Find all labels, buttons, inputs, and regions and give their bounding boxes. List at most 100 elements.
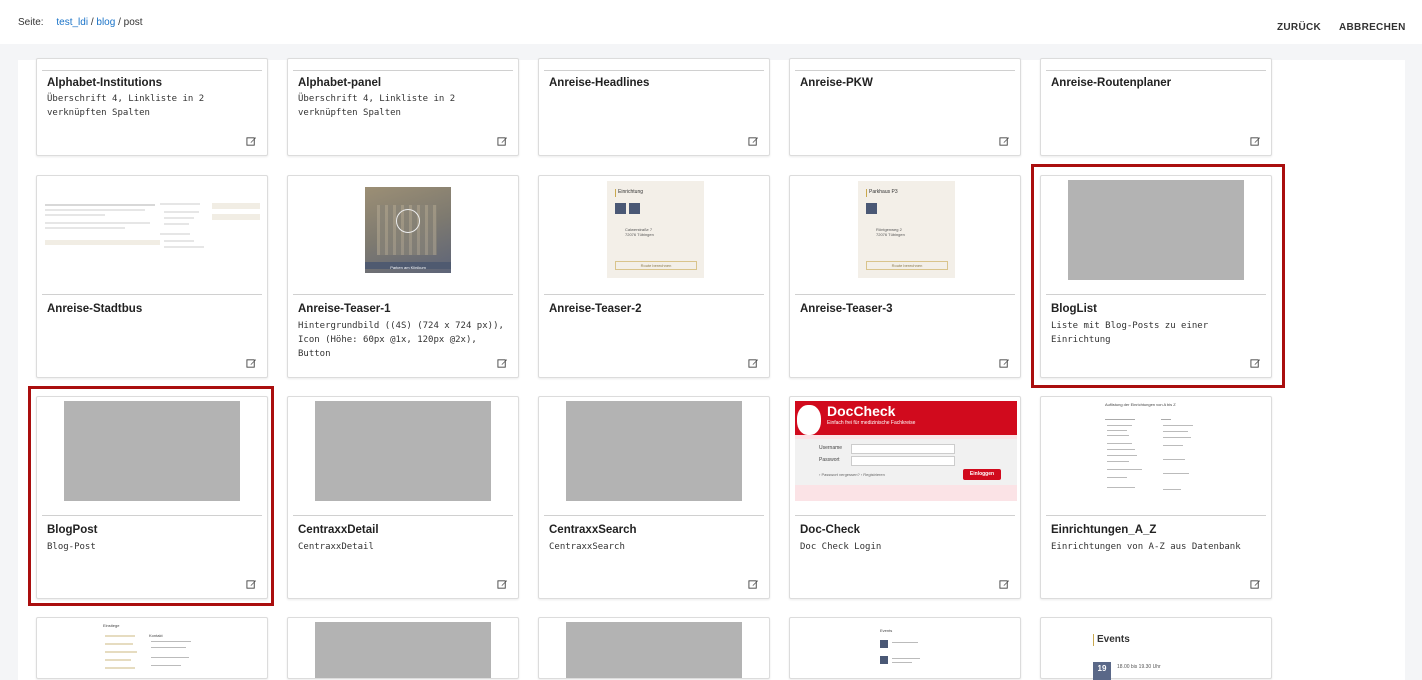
card-divider: [795, 70, 1015, 71]
card-thumbnail: Einstiege Kontakt: [97, 621, 207, 676]
edit-icon[interactable]: [1250, 579, 1261, 590]
card-title: CentraxxDetail: [298, 524, 379, 536]
edit-icon[interactable]: [497, 136, 508, 147]
selection-highlight-blogpost: [28, 386, 274, 606]
template-card-row4-4[interactable]: Events: [789, 617, 1021, 679]
template-card-anreise-stadtbus[interactable]: Anreise-Stadtbus: [36, 175, 268, 378]
template-card-anreise-teaser-1[interactable]: Parken am Klinikum Anreise-Teaser-1 Hint…: [287, 175, 519, 378]
thumb-heading: Einrichtung: [618, 189, 644, 195]
card-divider: [42, 70, 262, 71]
card-divider: [544, 70, 764, 71]
card-description: CentraxxDetail: [298, 542, 374, 552]
template-card-doc-check[interactable]: DocCheck Einfach frei für medizinische F…: [789, 396, 1021, 599]
thumb-address: Röntgenweg 2 72076 Tübingen: [876, 227, 905, 237]
edit-icon[interactable]: [748, 358, 759, 369]
card-divider: [293, 515, 513, 516]
teaser-button-label: Parken am Klinikum: [390, 265, 426, 270]
mascot-icon: [797, 405, 821, 435]
template-card-centraxxdetail[interactable]: CentraxxDetail CentraxxDetail: [287, 396, 519, 599]
card-description: CentraxxSearch: [549, 542, 625, 552]
card-title: Anreise-Teaser-3: [800, 303, 893, 315]
card-title: CentraxxSearch: [549, 524, 637, 536]
card-description: Überschrift 4, Linkliste in 2 verknüpfte…: [298, 94, 456, 118]
edit-icon[interactable]: [999, 579, 1010, 590]
template-card-einrichtungen-a-z[interactable]: Auflistung der Einrichtungen von A bis Z…: [1040, 396, 1272, 599]
breadcrumb-link-blog[interactable]: blog: [96, 17, 115, 28]
card-description: Überschrift 4, Linkliste in 2 verknüpfte…: [47, 94, 205, 118]
building-icon: [629, 203, 640, 214]
template-card-row4-3[interactable]: [538, 617, 770, 679]
card-title: Anreise-PKW: [800, 77, 873, 89]
template-card-row4-1[interactable]: Einstiege Kontakt: [36, 617, 268, 679]
card-divider: [293, 70, 513, 71]
card-divider: [795, 294, 1015, 295]
placeholder-image: [315, 622, 491, 678]
template-card-anreise-routenplaner[interactable]: Anreise-Routenplaner: [1040, 58, 1272, 156]
placeholder-image: [315, 401, 491, 501]
template-card-alphabet-panel[interactable]: Alphabet-panel Überschrift 4, Linkliste …: [287, 58, 519, 156]
password-label: Passwort: [819, 457, 840, 463]
template-card-centraxxsearch[interactable]: CentraxxSearch CentraxxSearch: [538, 396, 770, 599]
edit-icon[interactable]: [497, 579, 508, 590]
thumb-route-button: Route berechnen: [866, 261, 948, 270]
cancel-button[interactable]: ABBRECHEN: [1339, 22, 1406, 33]
card-title: Anreise-Headlines: [549, 77, 650, 89]
template-card-row4-2[interactable]: [287, 617, 519, 679]
placeholder-image: [566, 401, 742, 501]
breadcrumb: Seite: test_ldi / blog / post: [18, 17, 143, 28]
thumb-heading: Events: [880, 628, 893, 633]
template-card-anreise-headlines[interactable]: Anreise-Headlines: [538, 58, 770, 156]
template-card-alphabet-institutions[interactable]: Alphabet-Institutions Überschrift 4, Lin…: [36, 58, 268, 156]
card-description: Doc Check Login: [800, 542, 882, 552]
card-thumbnail: Auflistung der Einrichtungen von A bis Z: [1101, 399, 1211, 503]
card-thumbnail: DocCheck Einfach frei für medizinische F…: [795, 401, 1017, 501]
breadcrumb-separator: /: [90, 17, 94, 28]
card-description: Einrichtungen von A-Z aus Datenbank: [1051, 542, 1241, 552]
template-card-row4-5[interactable]: Events 19 18.00 bis 19.30 Uhr: [1040, 617, 1272, 680]
thumb-route-button: Route berechnen: [615, 261, 697, 270]
doccheck-tagline: Einfach frei für medizinische Fachkreise: [827, 420, 916, 426]
edit-icon[interactable]: [497, 358, 508, 369]
card-thumbnail: Events: [878, 628, 938, 674]
edit-icon[interactable]: [999, 358, 1010, 369]
event-date-badge: 19: [1093, 662, 1111, 680]
breadcrumb-link-test-ldi[interactable]: test_ldi: [56, 17, 88, 28]
card-title: Alphabet-Institutions: [47, 77, 162, 89]
card-thumbnail: Einrichtung Calwerstraße 7 72076 Tübinge…: [607, 181, 704, 278]
edit-icon[interactable]: [246, 136, 257, 147]
event-time: 18.00 bis 19.30 Uhr: [1117, 664, 1161, 670]
edit-icon[interactable]: [999, 136, 1010, 147]
card-title: Anreise-Stadtbus: [47, 303, 143, 315]
card-title: Anreise-Routenplaner: [1051, 77, 1172, 89]
selection-highlight-bloglist: [1031, 164, 1285, 388]
card-divider: [544, 515, 764, 516]
card-divider: [42, 294, 262, 295]
breadcrumb-current: post: [123, 17, 143, 28]
building-icon: [615, 203, 626, 214]
doccheck-logo: DocCheck: [827, 403, 896, 419]
thumb-heading: Auflistung der Einrichtungen von A bis Z: [1105, 402, 1176, 407]
card-thumbnail: Parkhaus P3 Röntgenweg 2 72076 Tübingen …: [858, 181, 955, 278]
forgot-password-link: Passwort vergessen?: [821, 472, 860, 477]
card-thumbnail: Parken am Klinikum: [365, 187, 451, 273]
back-button[interactable]: ZURÜCK: [1277, 22, 1321, 33]
thumb-heading: Parkhaus P3: [869, 189, 898, 195]
edit-icon[interactable]: [748, 136, 759, 147]
card-title: Anreise-Teaser-2: [549, 303, 642, 315]
thumb-heading: Einstiege: [103, 623, 120, 628]
card-title: Alphabet-panel: [298, 77, 382, 89]
card-thumbnail: [42, 200, 262, 260]
template-card-anreise-teaser-2[interactable]: Einrichtung Calwerstraße 7 72076 Tübinge…: [538, 175, 770, 378]
edit-icon[interactable]: [1250, 136, 1261, 147]
username-label: Username: [819, 445, 843, 451]
placeholder-image: [566, 622, 742, 678]
card-divider: [544, 294, 764, 295]
template-card-anreise-pkw[interactable]: Anreise-PKW: [789, 58, 1021, 156]
card-title: Anreise-Teaser-1: [298, 303, 391, 315]
register-link: Registrieren: [863, 472, 885, 477]
edit-icon[interactable]: [748, 579, 759, 590]
edit-icon[interactable]: [246, 358, 257, 369]
thumb-heading: Events: [1097, 634, 1130, 645]
template-card-anreise-teaser-3[interactable]: Parkhaus P3 Röntgenweg 2 72076 Tübingen …: [789, 175, 1021, 378]
card-title: Einrichtungen_A_Z: [1051, 524, 1157, 536]
